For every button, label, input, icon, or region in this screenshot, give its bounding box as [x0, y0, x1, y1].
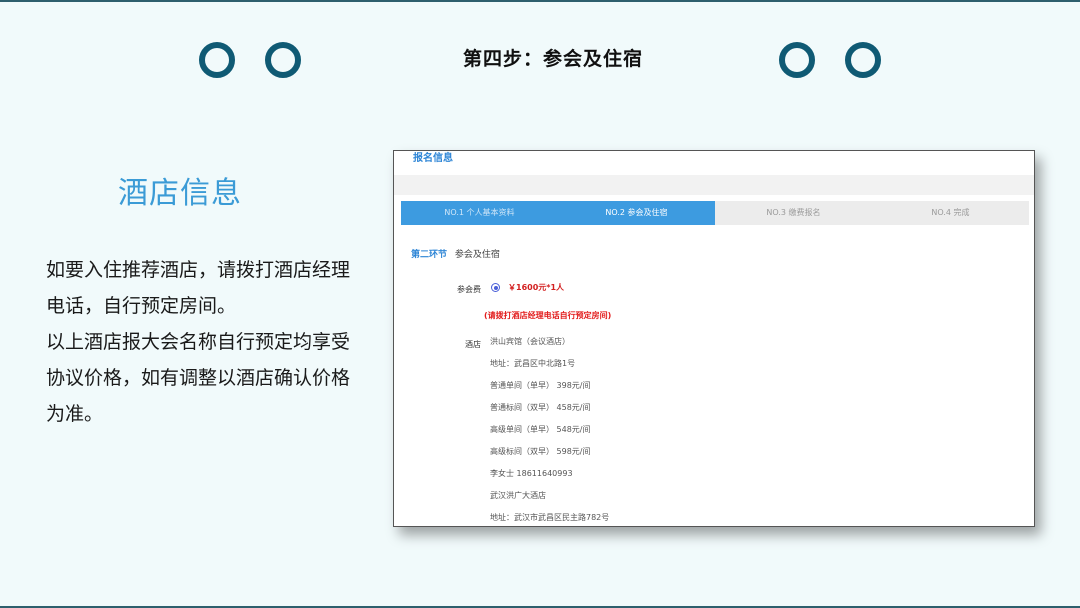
registration-screenshot: 报名信息 NO.1 个人基本资料 NO.2 参会及住宿 NO.3 缴费报名 NO… — [393, 150, 1035, 527]
hotel-line: 洪山宾馆（会议酒店） — [490, 337, 570, 346]
section-title: 第二环节 参会及住宿 — [411, 247, 500, 260]
booking-warning: (请拨打酒店经理电话自行预定房间) — [484, 311, 612, 320]
step-tab-2[interactable]: NO.2 参会及住宿 — [558, 201, 715, 225]
section-heading: 酒店信息 — [118, 176, 242, 211]
hotel-label: 酒店 — [465, 340, 481, 349]
hotel-list: 洪山宾馆（会议酒店） 地址：武昌区中北路1号 普通单间（单早） 398元/间 普… — [490, 337, 610, 526]
description-paragraph-2: 以上酒店报大会名称自行预定均享受协议价格，如有调整以酒店确认价格为准。 — [46, 331, 351, 425]
hotel-line: 李女士 18611640993 — [490, 469, 573, 478]
fee-label: 参会费 — [457, 285, 481, 294]
step-tab-1[interactable]: NO.1 个人基本资料 — [401, 201, 558, 225]
step-tab-3[interactable]: NO.3 缴费报名 — [715, 201, 872, 225]
step-progress-bar: NO.1 个人基本资料 NO.2 参会及住宿 NO.3 缴费报名 NO.4 完成 — [401, 201, 1029, 225]
fee-option[interactable]: ￥1600元*1人 — [491, 282, 564, 293]
registration-header: 报名信息 — [413, 153, 453, 164]
hotel-line: 高级单间（单早） 548元/间 — [490, 425, 591, 434]
hotel-line: 普通单间（单早） 398元/间 — [490, 381, 591, 390]
section-number: 第二环节 — [411, 250, 448, 260]
hotel-line: 地址：武汉市武昌区民主路782号 — [490, 513, 610, 522]
description-paragraph-1: 如要入住推荐酒店，请拨打酒店经理电话，自行预定房间。 — [46, 259, 351, 317]
header-band — [394, 175, 1034, 195]
hotel-line: 武汉洪广大酒店 — [490, 491, 546, 500]
fee-value: ￥1600元*1人 — [508, 283, 565, 292]
slide: 第四步：参会及住宿 酒店信息 如要入住推荐酒店，请拨打酒店经理电话，自行预定房间… — [0, 0, 1080, 608]
section-name: 参会及住宿 — [454, 250, 500, 260]
hotel-line: 高级标间（双早） 598元/间 — [490, 447, 591, 456]
hotel-line: 地址：武昌区中北路1号 — [490, 359, 576, 368]
description-text: 如要入住推荐酒店，请拨打酒店经理电话，自行预定房间。 以上酒店报大会名称自行预定… — [46, 252, 356, 432]
hotel-line: 普通标间（双早） 458元/间 — [490, 403, 591, 412]
page-title: 第四步：参会及住宿 — [462, 48, 643, 70]
fee-radio[interactable] — [491, 283, 500, 292]
step-tab-4[interactable]: NO.4 完成 — [872, 201, 1029, 225]
